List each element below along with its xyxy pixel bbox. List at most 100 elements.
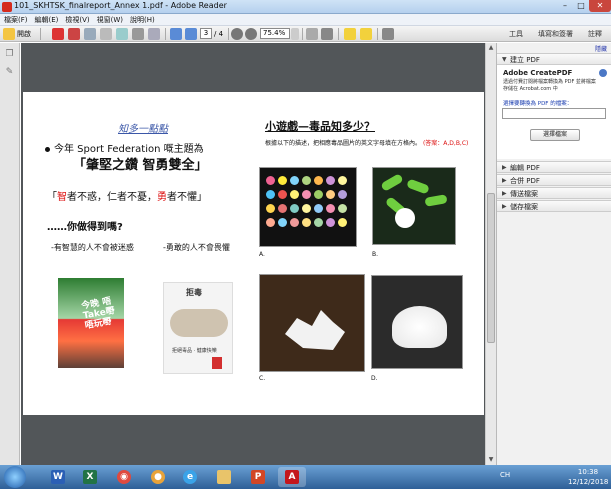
drug-image-d-powder bbox=[371, 275, 463, 369]
toolbar-divider bbox=[228, 28, 229, 40]
next-page-icon[interactable] bbox=[185, 28, 197, 40]
attachments-icon[interactable]: ✎ bbox=[4, 67, 15, 78]
highlight-icon[interactable] bbox=[360, 28, 372, 40]
page-left-half: 知多一點點 今年 Sport Federation 嘅主題為 「肇堅之鑽 智勇雙… bbox=[23, 92, 238, 415]
game-heading: 小遊戲—毒品知多少？ bbox=[265, 120, 375, 133]
info-icon[interactable] bbox=[599, 69, 607, 77]
open-folder-icon[interactable] bbox=[3, 28, 15, 40]
toolbar: 開啟 3 / 4 75.4% 工具 填寫和簽署 註釋 bbox=[0, 26, 611, 42]
clock[interactable]: 10:38 12/12/2018 bbox=[568, 467, 608, 487]
anti-drug-poster-2: 拒毒 拒絕毒品 · 健康快樂 bbox=[163, 282, 233, 374]
createpdf-description: 透過付費訂閱將檔案轉換為 PDF 並將檔案存儲在 Acrobat.com 中 bbox=[503, 79, 596, 92]
select-file-button[interactable]: 選擇檔案 bbox=[530, 129, 580, 141]
email-icon[interactable] bbox=[148, 28, 160, 40]
window-title: 101_SKHTSK_finalreport_Annex 1.pdf - Ado… bbox=[14, 1, 227, 10]
menu-file[interactable]: 檔案(F) bbox=[4, 14, 28, 25]
taskbar-excel[interactable]: X bbox=[76, 467, 104, 487]
print-icon[interactable] bbox=[132, 28, 144, 40]
drug-image-b-capsules bbox=[372, 167, 456, 245]
poster-2-title: 拒毒 bbox=[186, 288, 202, 297]
poster-1-text: 今晚 唔Take嘢 唔玩嘢 bbox=[80, 296, 116, 332]
comment-icon[interactable] bbox=[344, 28, 356, 40]
poster-2-text: 拒絕毒品 · 健康快樂 bbox=[172, 348, 217, 354]
section-store-files[interactable]: ▶ 儲存檔案 bbox=[497, 200, 611, 212]
input-language[interactable]: CH bbox=[500, 471, 510, 479]
maximize-button[interactable]: □ bbox=[573, 0, 589, 12]
section-combine-pdf[interactable]: ▶ 合併 PDF bbox=[497, 174, 611, 186]
save-icon[interactable] bbox=[116, 28, 128, 40]
comment-tab[interactable]: 註釋 bbox=[588, 28, 602, 40]
drug-image-c-crystals bbox=[259, 274, 365, 372]
chevron-right-icon: ▶ bbox=[502, 203, 507, 210]
tools-panel: 隱藏 ▼ 建立 PDF Adobe CreatePDF 透過付費訂閱將檔案轉換為… bbox=[496, 43, 611, 465]
menu-edit[interactable]: 編輯(E) bbox=[35, 14, 59, 25]
save-online-icon[interactable] bbox=[84, 28, 96, 40]
page-thumbnails-icon[interactable]: ❐ bbox=[4, 49, 15, 60]
start-button[interactable] bbox=[4, 466, 26, 488]
chevron-right-icon: ▶ bbox=[502, 164, 507, 171]
menu-window[interactable]: 視窗(W) bbox=[97, 14, 123, 25]
taskbar-explorer[interactable] bbox=[210, 467, 238, 487]
open-button[interactable]: 開啟 bbox=[17, 28, 31, 40]
system-tray-icons[interactable] bbox=[516, 472, 566, 482]
theme-title: 「肇堅之鑽 智勇雙全」 bbox=[73, 158, 208, 173]
adobe-reader-icon bbox=[2, 2, 12, 12]
game-instruction: 根據以下的描述，把相應毒品圖片的英文字母填在方格內。 (答案：A,D,B,C) bbox=[265, 140, 469, 147]
navigation-pane: ❐ ✎ bbox=[0, 43, 20, 465]
full-screen-icon[interactable] bbox=[321, 28, 333, 40]
sign-icon[interactable] bbox=[382, 28, 394, 40]
tools-tab[interactable]: 工具 bbox=[509, 28, 523, 40]
window-titlebar: 101_SKHTSK_finalreport_Annex 1.pdf - Ado… bbox=[0, 0, 611, 14]
scroll-down-icon[interactable]: ▼ bbox=[487, 456, 495, 464]
toolbar-divider bbox=[302, 28, 303, 40]
clock-date: 12/12/2018 bbox=[568, 478, 609, 486]
section-create-pdf[interactable]: ▼ 建立 PDF bbox=[497, 53, 611, 65]
taskbar-chrome[interactable]: ◉ bbox=[110, 467, 138, 487]
taskbar-powerpoint[interactable]: P bbox=[244, 467, 272, 487]
menu-view[interactable]: 檢視(V) bbox=[65, 14, 89, 25]
taskbar-app-icon[interactable]: ● bbox=[144, 467, 172, 487]
clock-time: 10:38 bbox=[577, 468, 599, 476]
handshake-image bbox=[170, 309, 228, 337]
taskbar-adobe-reader[interactable]: A bbox=[278, 467, 306, 487]
question-line: ……你做得到嗎? bbox=[47, 222, 123, 233]
anti-drug-poster-1: 今晚 唔Take嘢 唔玩嘢 bbox=[58, 278, 124, 368]
pdf-page: 知多一點點 今年 Sport Federation 嘅主題為 「肇堅之鑽 智勇雙… bbox=[23, 92, 484, 415]
select-file-link[interactable]: 選擇要轉換為 PDF 的檔案： bbox=[503, 99, 572, 107]
label-a: A. bbox=[259, 251, 265, 258]
file-input[interactable] bbox=[502, 108, 606, 119]
wisdom-line: -有智慧的人不會被迷惑 bbox=[51, 243, 134, 252]
close-button[interactable]: ✕ bbox=[589, 0, 611, 12]
menu-bar: 檔案(F) 編輯(E) 檢視(V) 視窗(W) 說明(H) bbox=[0, 14, 611, 26]
hide-panel-link[interactable]: 隱藏 bbox=[595, 44, 607, 53]
edit-pdf-icon[interactable] bbox=[68, 28, 80, 40]
scrollbar-thumb[interactable] bbox=[487, 193, 495, 343]
create-pdf-icon[interactable] bbox=[52, 28, 64, 40]
section-send-files[interactable]: ▶ 傳送檔案 bbox=[497, 187, 611, 199]
taskbar-ie[interactable]: e bbox=[176, 467, 204, 487]
createpdf-title: Adobe CreatePDF bbox=[503, 69, 573, 77]
chevron-down-icon: ▼ bbox=[502, 56, 507, 63]
label-d: D. bbox=[371, 375, 378, 382]
fill-sign-tab[interactable]: 填寫和簽署 bbox=[538, 28, 573, 40]
taskbar: W X ◉ ● e P A CH 10:38 12/12/2018 bbox=[0, 465, 611, 489]
zoom-dropdown-icon[interactable] bbox=[291, 28, 299, 40]
previous-page-icon[interactable] bbox=[170, 28, 182, 40]
window-controls: – □ ✕ bbox=[557, 0, 611, 13]
zoom-out-icon[interactable] bbox=[231, 28, 243, 40]
minimize-button[interactable]: – bbox=[557, 0, 573, 12]
scroll-up-icon[interactable]: ▲ bbox=[487, 44, 495, 52]
zoom-in-icon[interactable] bbox=[245, 28, 257, 40]
fit-page-icon[interactable] bbox=[306, 28, 318, 40]
zoom-input[interactable]: 75.4% bbox=[260, 28, 290, 39]
page-number-input[interactable]: 3 bbox=[200, 28, 212, 39]
label-b: B. bbox=[372, 251, 379, 258]
label-c: C. bbox=[259, 375, 266, 382]
taskbar-word[interactable]: W bbox=[44, 467, 72, 487]
send-icon[interactable] bbox=[100, 28, 112, 40]
section-edit-pdf[interactable]: ▶ 編輯 PDF bbox=[497, 161, 611, 173]
menu-help[interactable]: 說明(H) bbox=[130, 14, 155, 25]
vertical-scrollbar[interactable]: ▲ ▼ bbox=[485, 43, 496, 465]
toolbar-divider bbox=[377, 28, 378, 40]
bullet-icon bbox=[45, 146, 50, 152]
